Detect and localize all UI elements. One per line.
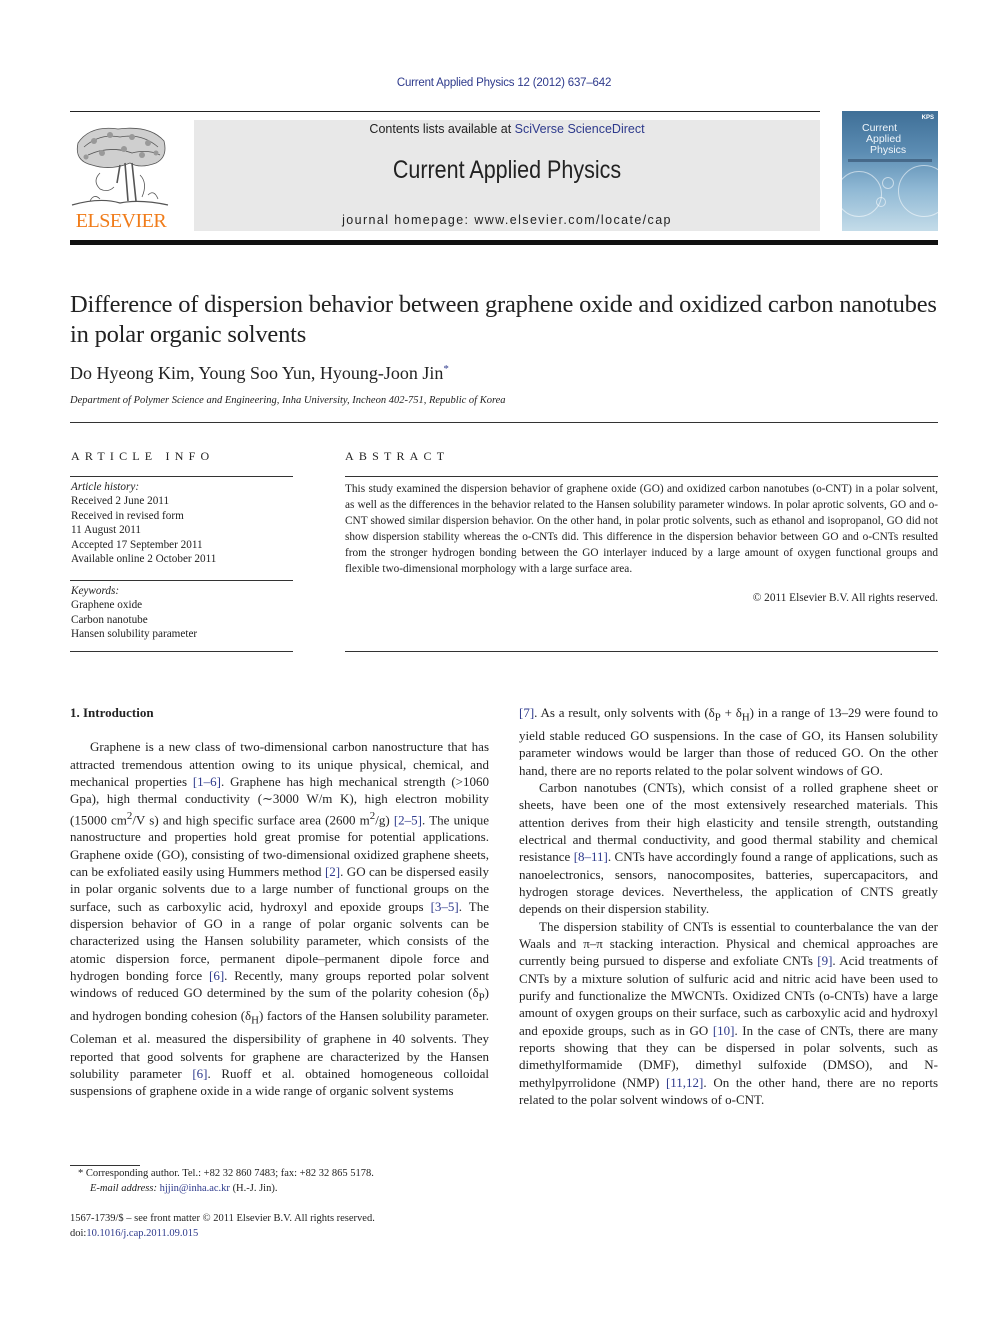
- keyword: Graphene oxide: [71, 599, 143, 612]
- history-item: 11 August 2011: [71, 524, 142, 537]
- history-item: Available online 2 October 2011: [71, 553, 217, 566]
- keywords-label: Keywords:: [71, 585, 120, 597]
- email-line: E-mail address: hjjin@inha.ac.kr (H.-J. …: [90, 1183, 278, 1194]
- sciencedirect-link[interactable]: SciVerse ScienceDirect: [515, 122, 645, 136]
- divider: [70, 580, 293, 581]
- cover-subtitle-bar: [848, 159, 932, 162]
- corresponding-author-mark[interactable]: *: [443, 363, 449, 375]
- front-matter: 1567-1739/$ – see front matter © 2011 El…: [70, 1212, 375, 1241]
- paragraph: The dispersion stability of CNTs is esse…: [519, 918, 939, 1108]
- homepage-line: journal homepage: www.elsevier.com/locat…: [194, 213, 820, 227]
- history-item: Accepted 17 September 2011: [71, 538, 203, 551]
- authors-text: Do Hyeong Kim, Young Soo Yun, Hyoung-Joo…: [70, 363, 444, 383]
- reference-link[interactable]: [10]: [713, 1023, 735, 1038]
- journal-name[interactable]: Current Applied Physics: [238, 156, 776, 185]
- journal-cover-image[interactable]: KPS Current Applied Physics: [842, 111, 938, 231]
- keyword: Hansen solubility parameter: [71, 628, 198, 641]
- cover-title-line: Physics: [870, 144, 907, 156]
- issn-line: 1567-1739/$ – see front matter © 2011 El…: [70, 1213, 375, 1224]
- article-info-heading: ARTICLE INFO: [71, 449, 215, 463]
- abstract-copyright: © 2011 Elsevier B.V. All rights reserved…: [752, 592, 938, 604]
- reference-link[interactable]: [2–5]: [394, 812, 422, 827]
- divider: [345, 651, 938, 652]
- paragraph: Carbon nanotubes (CNTs), which consist o…: [519, 779, 938, 917]
- reference-link[interactable]: [6]: [192, 1066, 207, 1081]
- history-item: Received 2 June 2011: [71, 495, 170, 508]
- header-thick-rule: [70, 240, 938, 245]
- bubble-graphic: [882, 177, 894, 189]
- body-column-left: 1. Introduction Graphene is a new class …: [70, 704, 489, 1100]
- homepage-prefix: journal homepage:: [342, 213, 475, 227]
- reference-link[interactable]: [9]: [817, 953, 832, 968]
- paragraph: Graphene is a new class of two-dimension…: [70, 739, 489, 1099]
- corresponding-author-note: * Corresponding author. Tel.: +82 32 860…: [78, 1168, 374, 1179]
- divider: [345, 476, 938, 477]
- header-rule: [70, 111, 820, 112]
- elsevier-tree-icon: [71, 127, 169, 206]
- bubble-graphic: [898, 165, 938, 217]
- abstract-heading: ABSTRACT: [345, 449, 450, 463]
- reference-link[interactable]: [3–5]: [431, 899, 459, 914]
- contents-prefix: Contents lists available at: [369, 122, 515, 136]
- reference-link[interactable]: [8–11]: [574, 849, 608, 864]
- email-link[interactable]: hjjin@inha.ac.kr: [160, 1183, 230, 1194]
- history-label: Article history:: [71, 481, 140, 493]
- doi-line: doi:10.1016/j.cap.2011.09.015: [70, 1227, 199, 1239]
- divider: [70, 422, 938, 423]
- reference-link[interactable]: [7]: [519, 705, 534, 720]
- reference-link[interactable]: [6]: [209, 968, 224, 983]
- bubble-graphic: [842, 171, 882, 217]
- abstract-text: This study examined the dispersion behav…: [345, 483, 938, 575]
- author-list: Do Hyeong Kim, Young Soo Yun, Hyoung-Joo…: [70, 363, 449, 384]
- history-item: Received in revised form: [71, 509, 184, 522]
- paragraph-continued: [7]. As a result, only solvents with (δP…: [519, 705, 938, 778]
- section-heading: 1. Introduction: [70, 705, 154, 720]
- article-title: Difference of dispersion behavior betwee…: [70, 291, 937, 348]
- body-column-right: [7]. As a result, only solvents with (δP…: [519, 704, 938, 1109]
- bubble-graphic: [876, 197, 886, 207]
- affiliation: Department of Polymer Science and Engine…: [70, 395, 506, 406]
- footnote: * Corresponding author. Tel.: +82 32 860…: [78, 1166, 374, 1196]
- elsevier-logo[interactable]: ELSEVIER: [70, 120, 172, 234]
- contents-line: Contents lists available at SciVerse Sci…: [194, 122, 820, 136]
- doi-link[interactable]: 10.1016/j.cap.2011.09.015: [86, 1228, 198, 1239]
- kps-badge: KPS: [921, 115, 934, 121]
- reference-link[interactable]: [1–6]: [193, 774, 221, 789]
- keywords: Keywords: Graphene oxide Carbon nanotube…: [71, 584, 197, 642]
- journal-citation[interactable]: Current Applied Physics 12 (2012) 637–64…: [0, 77, 992, 89]
- reference-link[interactable]: [2]: [325, 864, 340, 879]
- journal-banner: Contents lists available at SciVerse Sci…: [194, 120, 820, 231]
- elsevier-wordmark: ELSEVIER: [75, 210, 167, 232]
- keyword: Carbon nanotube: [71, 613, 148, 626]
- homepage-link[interactable]: www.elsevier.com/locate/cap: [474, 213, 672, 227]
- article-history: Article history: Received 2 June 2011 Re…: [71, 480, 216, 566]
- divider: [70, 476, 293, 477]
- cover-title: Current Applied Physics: [862, 123, 906, 156]
- divider: [70, 651, 293, 652]
- reference-link[interactable]: [11,12]: [666, 1075, 703, 1090]
